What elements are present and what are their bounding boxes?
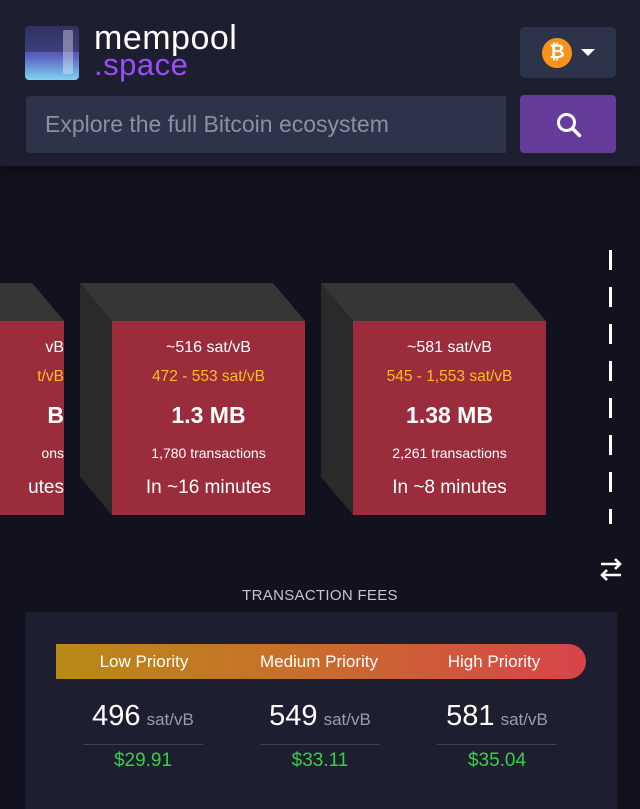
search-input[interactable] [26, 96, 506, 153]
block-tx-count: ons [41, 445, 64, 461]
swap-arrows-icon[interactable] [598, 556, 624, 582]
block-fee-range: 472 - 553 sat/vB [152, 368, 265, 385]
block-fee-median: vB [45, 339, 64, 356]
network-selector-button[interactable]: ₿ [520, 27, 616, 78]
block-fee-median: ~516 sat/vB [166, 339, 251, 356]
block-size: B [47, 402, 64, 428]
block-eta: In ~16 minutes [145, 477, 272, 498]
block-fee-range: 545 - 1,553 sat/vB [386, 368, 513, 385]
priority-gradient-bar: Low Priority Medium Priority High Priori… [56, 644, 586, 679]
fees-section-title: TRANSACTION FEES [242, 587, 398, 604]
block-size: 1.3 MB [171, 402, 246, 428]
mempool-block-partial[interactable]: vB t/vB B ons utes [0, 283, 64, 515]
high-priority-label: High Priority [447, 652, 541, 671]
logo-text-space[interactable]: .space [94, 46, 188, 84]
block-eta: utes [28, 477, 64, 498]
header: mempool .space ₿ [0, 0, 640, 166]
mempool-logo-icon[interactable] [25, 26, 79, 80]
fee-usd: $33.11 [291, 750, 349, 771]
fee-value: 549 [269, 700, 318, 732]
mempool-block[interactable]: ~581 sat/vB 545 - 1,553 sat/vB 1.38 MB 2… [321, 283, 546, 515]
low-priority-label: Low Priority [99, 652, 189, 671]
fee-value: 581 [446, 700, 495, 732]
block-fee-median: ~581 sat/vB [407, 339, 492, 356]
mempool-block[interactable]: ~516 sat/vB 472 - 553 sat/vB 1.3 MB 1,78… [80, 283, 305, 515]
fee-usd: $29.91 [113, 750, 173, 771]
fees-card: Low Priority Medium Priority High Priori… [25, 612, 617, 809]
fee-unit: sat/vB [500, 710, 548, 729]
fee-usd: $35.04 [467, 750, 527, 771]
block-size: 1.38 MB [406, 402, 493, 428]
fee-unit: sat/vB [146, 710, 194, 729]
search-button[interactable] [520, 95, 616, 153]
block-tx-count: 2,261 transactions [392, 445, 507, 461]
medium-priority-label: Medium Priority [259, 652, 379, 671]
bitcoin-icon: ₿ [542, 38, 572, 68]
search-icon [557, 113, 582, 138]
mempool-blockchain-divider [609, 250, 612, 524]
block-eta: In ~8 minutes [392, 477, 507, 498]
caret-down-icon [581, 49, 595, 56]
block-fee-range: t/vB [37, 368, 64, 385]
fee-value: 496 [92, 700, 141, 732]
block-tx-count: 1,780 transactions [151, 445, 266, 461]
fee-unit: sat/vB [323, 710, 371, 729]
